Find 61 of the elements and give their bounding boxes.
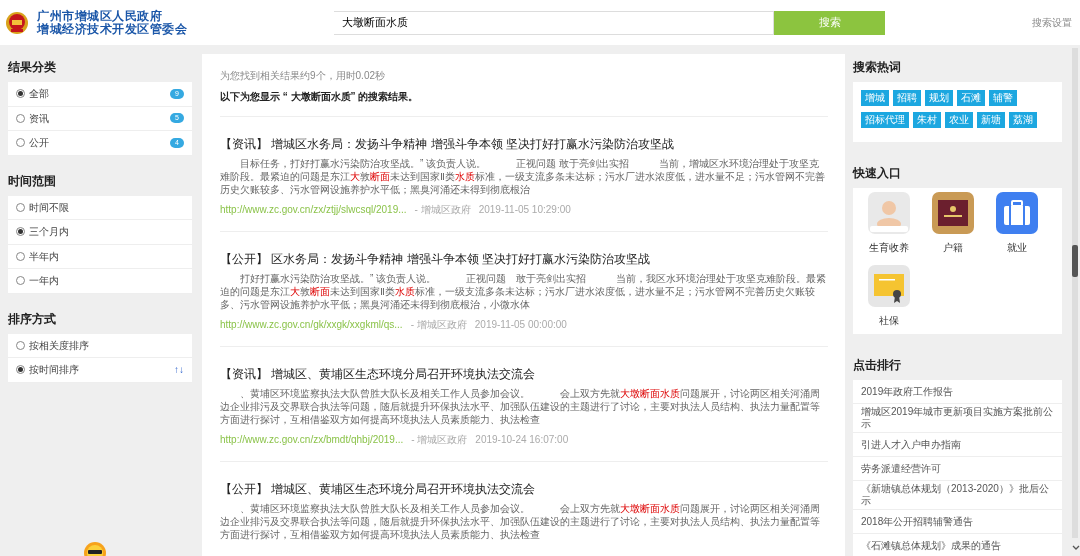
section-heading: 快速入口 [853,165,902,182]
certificate-icon [868,265,910,307]
option-label: 资讯 [29,111,49,126]
result-title-link[interactable]: 【资讯】 增城区、黄埔区生态环境分局召开环境执法交流会 [220,366,828,382]
result-source: - 增城区政府 [414,204,471,215]
result-date: 2019-10-24 16:07:00 [475,434,569,445]
ranking-link[interactable]: 《石滩镇总体规划》成果的通告 [853,534,1062,556]
scroll-down-icon[interactable] [1072,545,1080,551]
result-snippet: 、黄埔区环境监察执法大队曾胜大队长及相关工作人员参加会议。 会上双方先就大墩断面水质问题展开，讨论两区相关河涌周边企业排污及交界联合执法等问题，随后就提升环保执法水平、加强队伍建设的主题进行了讨论，主要对执法人员结构、执法力量配置等方面进行探讨，互相借鉴双方如何提高环境执法人员素质能力、执法检查 [220,502,821,541]
filter-option[interactable]: 按相关度排序 [8,333,192,358]
logo-title: 广州市增城区人民政府 [37,9,162,23]
option-label: 按相关度排序 [29,338,89,353]
quick-entry-link[interactable]: 生育收养 [857,192,921,255]
scrollbar[interactable] [1072,48,1078,538]
result-title-link[interactable]: 【公开】 区水务局：发扬斗争精神 增强斗争本领 坚决打好打赢水污染防治攻坚战 [220,251,828,267]
option-label: 时间不限 [29,200,69,215]
filter-option[interactable]: 按时间排序 ↑↓ [8,358,192,383]
section-heading: 搜索热词 [853,59,902,76]
scrollbar-thumb[interactable] [1072,245,1078,277]
quick-entry-link[interactable]: 社保 [857,265,921,328]
ranking-link[interactable]: 劳务派遣经营许可 [853,457,1062,481]
section-heading: 时间范围 [8,172,57,190]
result-snippet: 打好打赢水污染防治攻坚战。” 该负责人说。 正视问题 敢于亮剑出实招 当前，我区水环境治理处于攻坚克难阶段。最紧迫的问题是东江大敦断面未达到国家Ⅱ类水质标准，一级支流多条未达标；污水厂进水浓度低，进水量不足；污水管网不完善历史欠账较多、污水管网设施养护水平低；黑臭河涌还未得到彻底根治，小微水体 [220,272,828,311]
result-source: - 增城区政府 [411,434,468,445]
option-label: 三个月内 [29,225,69,240]
result-snippet: 、黄埔区环境监察执法大队曾胜大队长及相关工作人员参加会议。 会上双方先就大墩断面水质问题展开，讨论两区相关河涌周边企业排污及交界联合执法等问题，随后就提升环保执法水平、加强队伍建设的主题进行了讨论，主要对执法人员结构、执法力量配置等方面进行探讨，互相借鉴双方如何提高环境执法人员素质能力、执法检查 [220,387,821,426]
result-date: 2019-11-05 00:00:00 [474,319,567,330]
result-source: - 增城区政府 [410,319,467,330]
quick-entry-link[interactable]: 户籍 [921,192,985,255]
option-label: 全部 [29,87,49,102]
filter-option[interactable]: 三个月内 [8,220,192,245]
logo-subtitle: 增城经济技术开发区管委会 [37,22,187,36]
emblem-icon [5,10,29,35]
filter-option[interactable]: 半年内 [8,244,192,269]
result-summary: 为您找到相关结果约9个，用时0.02秒 [220,69,387,83]
ranking-link[interactable]: 2019年政府工作报告 [853,380,1062,404]
section-heading: 点击排行 [853,357,902,374]
filter-option[interactable]: 时间不限 [8,195,192,220]
suitcase-icon [996,192,1038,234]
quick-entry-link[interactable]: 就业 [985,192,1049,255]
ranking-link[interactable]: 《新塘镇总体规划（2013-2020）》批后公示 [853,481,1062,510]
query-note: 以下为您显示 “ 大墩断面水质” 的搜索结果。 [220,89,828,117]
option-label: 半年内 [29,249,59,264]
option-label: 一年内 [29,274,59,289]
result-title-link[interactable]: 【资讯】 增城区水务局：发扬斗争精神 增强斗争本领 坚决打好打赢水污染防治攻坚战 [220,136,828,152]
search-field[interactable]: 大墩断面水质 [334,10,774,35]
figure-icon [868,192,910,234]
result-date: 2019-11-05 10:29:00 [478,204,571,215]
section-heading: 排序方式 [8,310,57,328]
ranking-link[interactable]: 2018年公开招聘辅警通告 [853,510,1062,534]
option-label: 按时间排序 [29,363,79,378]
ranking-link[interactable]: 引进人才入户申办指南 [853,433,1062,457]
ranking-link[interactable]: 增城区2019年城市更新项目实施方案批前公示 [853,404,1062,433]
sort-direction-toggle[interactable]: ↑↓ [174,362,184,378]
section-heading: 结果分类 [8,59,57,76]
search-settings-link[interactable]: 搜索设置 [1032,15,1072,30]
result-title-link[interactable]: 【公开】 增城区、黄埔区生态环境分局召开环境执法交流会 [220,481,828,497]
option-label: 公开 [29,136,49,151]
filter-option[interactable]: 一年内 [8,269,192,294]
booklet-icon [932,192,974,234]
result-snippet: 目标任务，打好打赢水污染防治攻坚战。” 该负责人说。 正视问题 敢于亮剑出实招 当前，增城区水环境治理处于攻坚克难阶段。最紧迫的问题是东江大敦断面未达到国家Ⅱ类水质标准，一级支流多条未达标；污水厂进水浓度低，进水量不足；污水管网不完善历史欠账较多、污水管网设施养护水平低；黑臭河涌还未得到彻底根治 [220,157,826,196]
